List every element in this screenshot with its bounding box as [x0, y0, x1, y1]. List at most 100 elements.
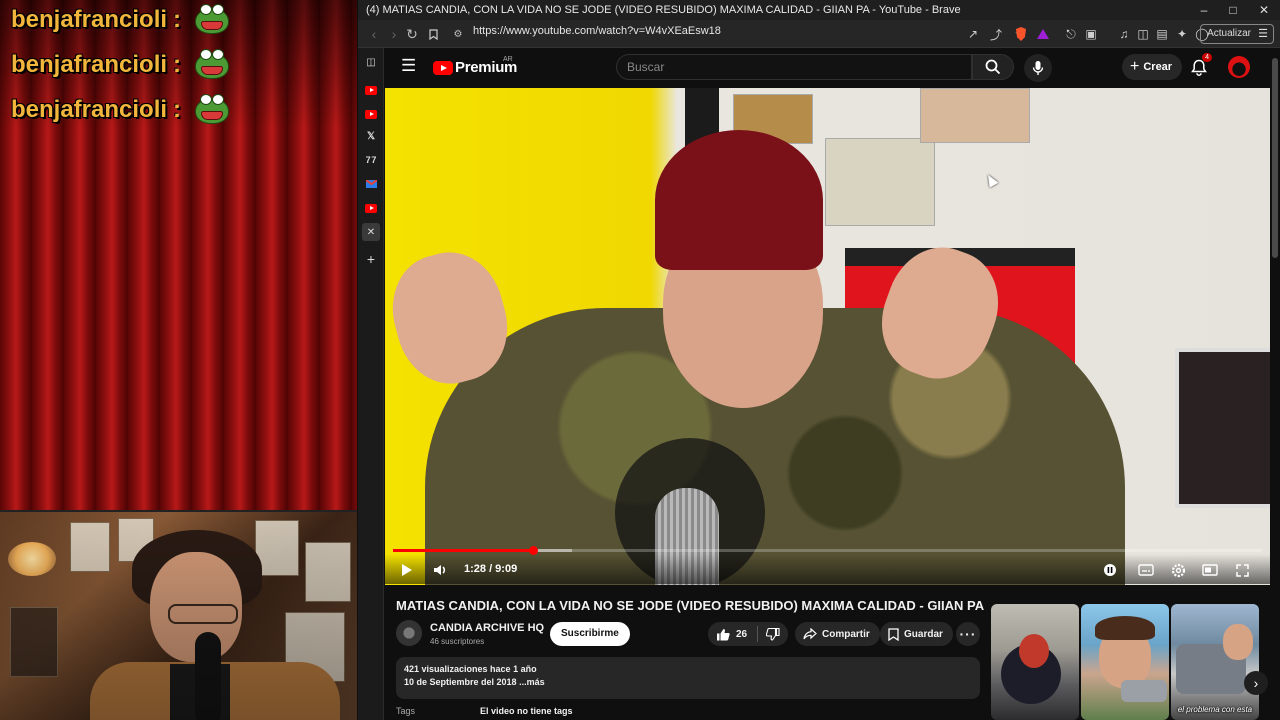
account-avatar[interactable] [1228, 56, 1250, 78]
bookmark-icon[interactable] [423, 24, 443, 44]
tags-label: Tags [396, 706, 416, 716]
thumb-car [1121, 680, 1167, 702]
more-actions-button[interactable]: ··· [956, 622, 980, 646]
url-field[interactable]: https://www.youtube.com/watch?v=W4vXEaEs… [473, 25, 721, 37]
theater-mode-button[interactable] [1200, 560, 1220, 580]
reload-icon[interactable]: ↻ [402, 24, 422, 44]
wallet-icon[interactable]: ▤ [1153, 25, 1171, 43]
youtube-pin-icon[interactable] [363, 200, 379, 216]
scrollbar-thumb[interactable] [1272, 58, 1278, 258]
pause-icon [1104, 564, 1116, 576]
open-external-icon[interactable]: ↗ [964, 25, 982, 43]
like-dislike-group: 26 [708, 622, 788, 646]
related-video-thumbnail[interactable]: el problema con esta [1171, 604, 1259, 720]
search-button[interactable] [972, 54, 1014, 80]
wall-drawing [825, 138, 935, 226]
close-window-button[interactable]: ✕ [1248, 0, 1280, 20]
youtube-pin-icon[interactable] [363, 82, 379, 98]
close-sidebar-item-icon[interactable]: ✕ [362, 223, 380, 241]
x-twitter-icon[interactable]: 𝕏 [363, 128, 379, 144]
notifications-button[interactable]: 4 [1188, 53, 1212, 78]
wall-poster [118, 518, 154, 562]
tiktok-icon[interactable]: 7 7 [363, 152, 379, 168]
carousel-next-button[interactable]: › [1244, 671, 1268, 695]
plus-icon: + [1130, 58, 1140, 75]
thumbnail-caption: el problema con esta [1177, 705, 1253, 714]
captions-icon [1138, 564, 1154, 576]
streamer-hair [132, 530, 262, 608]
chat-separator: : [173, 96, 182, 123]
video-title: MATIAS CANDIA, CON LA VIDA NO SE JODE (V… [396, 598, 985, 613]
description-box[interactable]: 421 visualizaciones hace 1 año 10 de Sep… [396, 657, 980, 699]
related-video-thumbnail[interactable] [991, 604, 1079, 720]
page-scrollbar[interactable] [1272, 58, 1278, 718]
share-icon [803, 628, 817, 640]
brave-rewards-icon[interactable] [1034, 25, 1052, 43]
wall-poster [10, 607, 58, 677]
site-info-icon[interactable]: ⚙ [448, 24, 468, 44]
frog-emote-icon [193, 4, 231, 36]
webcam-feed [0, 510, 357, 720]
browser-sidebar: ◫ 𝕏 7 7 ✕ + [358, 48, 384, 720]
voice-search-button[interactable] [1024, 54, 1052, 82]
maximize-button[interactable]: □ [1217, 0, 1249, 20]
stream-overlay: benjafrancioli : benjafrancioli : benjaf… [0, 0, 357, 720]
window-title: (4) MATIAS CANDIA, CON LA VIDA NO SE JOD… [366, 4, 961, 16]
extensions-icon[interactable]: ⎋ [1062, 25, 1080, 43]
save-button[interactable]: Guardar [880, 622, 953, 646]
create-button[interactable]: + Crear [1122, 54, 1183, 80]
title-bar: (4) MATIAS CANDIA, CON LA VIDA NO SE JOD… [358, 0, 1280, 20]
share-page-icon[interactable]: ⤴ [987, 25, 1005, 43]
search-input[interactable] [627, 60, 957, 74]
volume-button[interactable] [430, 560, 450, 580]
channel-name[interactable]: CANDIA ARCHIVE HQ [430, 622, 544, 634]
more-icon: ··· [959, 626, 977, 642]
autoplay-toggle[interactable] [1100, 560, 1120, 580]
theater-icon [1202, 564, 1218, 576]
wall-poster [255, 520, 299, 576]
monitor [1175, 348, 1270, 508]
search-icon [985, 59, 1001, 75]
add-sidebar-item-icon[interactable]: + [363, 251, 379, 267]
play-button[interactable] [397, 560, 417, 580]
dislike-button[interactable] [766, 627, 780, 641]
share-button[interactable]: Compartir [795, 622, 880, 646]
volume-icon [434, 565, 446, 575]
glasses [168, 604, 238, 624]
youtube-masthead: ☰ Premium AR + Crear 4 [385, 48, 1280, 88]
show-more-link[interactable]: ...más [519, 677, 545, 687]
hamburger-menu-icon[interactable]: ☰ [401, 57, 417, 74]
back-icon[interactable]: ‹ [364, 24, 384, 44]
subtitles-button[interactable] [1136, 560, 1156, 580]
youtube-pin-icon[interactable] [363, 106, 379, 122]
time-display: 1:28 / 9:09 [464, 563, 518, 575]
sidebar-toggle-icon[interactable]: ◫ [1134, 25, 1152, 43]
thumb-hair [1095, 616, 1155, 640]
brave-shields-icon[interactable] [1012, 25, 1030, 43]
thumbs-down-icon [766, 627, 780, 641]
minimize-button[interactable]: – [1188, 0, 1220, 20]
subscribe-button[interactable]: Suscribirme [550, 622, 630, 646]
search-box [616, 54, 972, 80]
fullscreen-button[interactable] [1232, 560, 1252, 580]
wall-poster [920, 88, 1030, 143]
youtube-play-icon [433, 60, 453, 75]
region-code: AR [503, 56, 513, 63]
notification-count-badge: 4 [1202, 53, 1212, 62]
channel-avatar[interactable] [396, 620, 422, 646]
related-video-thumbnail[interactable] [1081, 604, 1169, 720]
chat-message: benjafrancioli : [11, 0, 231, 40]
gmail-icon[interactable] [363, 176, 379, 192]
progress-bar[interactable] [393, 546, 1262, 555]
forward-icon[interactable]: › [384, 24, 404, 44]
like-button[interactable]: 26 [708, 622, 747, 646]
update-button[interactable]: Actualizar [1200, 24, 1274, 44]
sidebar-panel-icon[interactable]: ◫ [363, 54, 379, 70]
tab-capture-icon[interactable]: ▣ [1082, 25, 1100, 43]
video-player[interactable]: 1:28 / 9:09 [385, 88, 1270, 585]
music-icon[interactable]: ♫ [1115, 25, 1133, 43]
thumb-face [1223, 624, 1253, 660]
microphone [195, 632, 221, 720]
leo-ai-icon[interactable]: ✦ [1173, 25, 1191, 43]
settings-button[interactable] [1168, 560, 1188, 580]
